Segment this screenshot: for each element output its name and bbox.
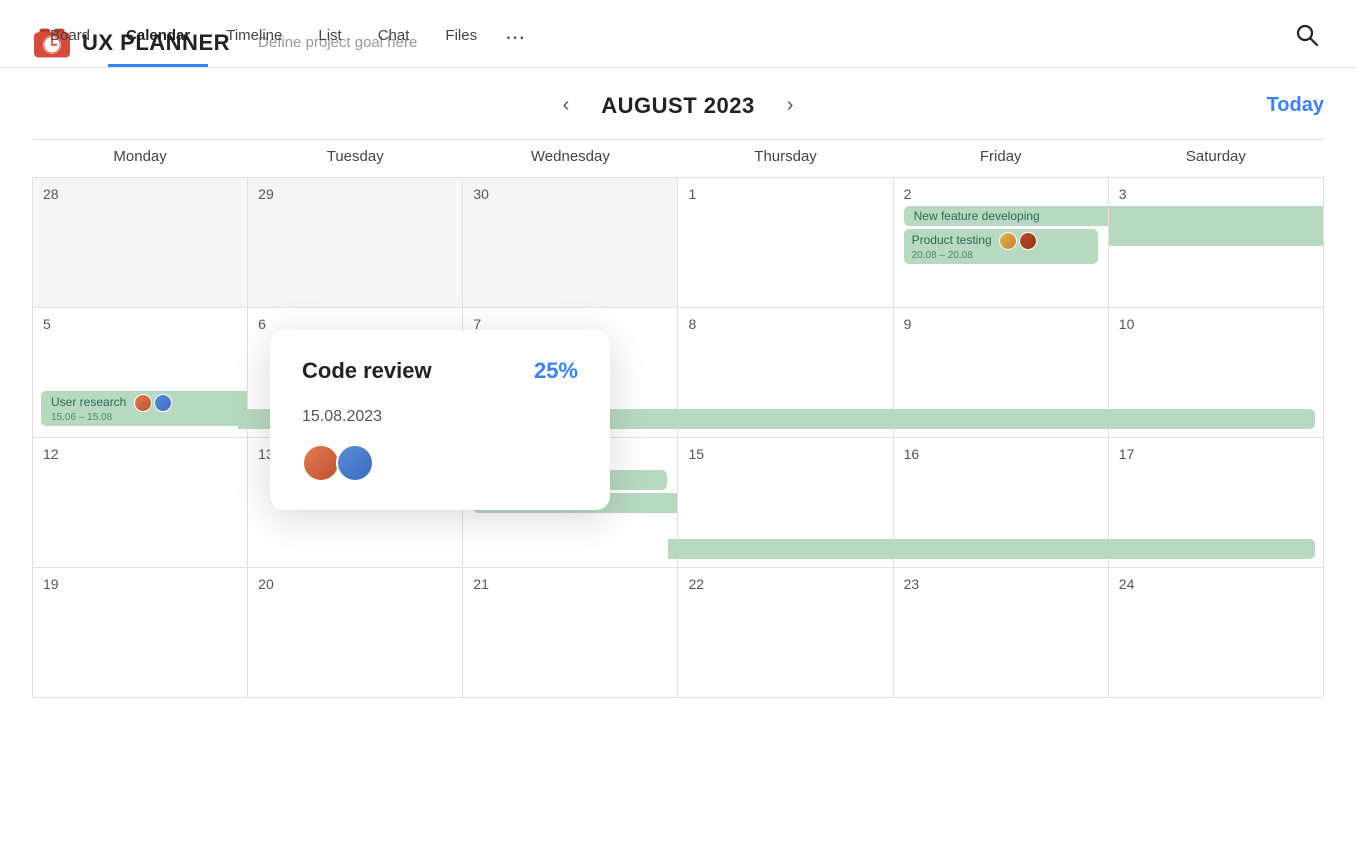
day-number: 9 [904,316,1098,332]
event-new-feature[interactable]: New feature developing [904,206,1108,226]
day-number: 29 [258,186,452,202]
cal-day-5[interactable]: 5 User research 15.06 – 15.08 [33,308,248,438]
cal-day-20[interactable]: 20 [248,568,463,698]
cal-day-19[interactable]: 19 [33,568,248,698]
day-number: 10 [1119,316,1313,332]
next-month-button[interactable]: › [779,90,802,121]
day-number: 16 [904,446,1098,462]
month-nav: ‹ AUGUST 2023 › Today [32,68,1324,139]
search-button[interactable] [1290,18,1324,55]
col-wednesday: Wednesday [463,140,678,178]
week-row-3: 12 13 14 Bug fixing API documentation [33,438,1324,568]
calendar-grid: Monday Tuesday Wednesday Thursday Friday… [32,139,1324,698]
cal-day-1[interactable]: 1 [678,178,893,308]
search-icon [1294,22,1320,48]
cal-day-2[interactable]: 2 New feature developing Product testing [893,178,1108,308]
cal-day-17[interactable]: 17 [1108,438,1323,568]
cal-day-3[interactable]: 3 [1108,178,1323,308]
day-number: 15 [688,446,882,462]
event-label: Product testing [912,233,1037,247]
tab-board[interactable]: Board [32,17,108,67]
tab-timeline[interactable]: Timeline [208,17,300,67]
popup-avatar-1 [302,444,340,482]
calendar-container: ‹ AUGUST 2023 › Today Monday Tuesday Wed… [0,68,1356,698]
event-product-testing[interactable]: Product testing 20.08 – 20.08 [904,229,1098,264]
cal-day-9[interactable]: 9 [893,308,1108,438]
app-header: UX PLANNER Define project goal here Boar… [0,0,1356,68]
cal-day-28[interactable]: 28 [33,178,248,308]
day-number: 24 [1119,576,1313,592]
week-row-1: 28 29 30 1 2 New feature developing [33,178,1324,308]
week-row-4: 19 20 21 22 23 24 [33,568,1324,698]
day-number: 23 [904,576,1098,592]
col-monday: Monday [33,140,248,178]
event-time: 20.08 – 20.08 [912,250,1090,261]
event-new-feature-cont [1109,206,1323,226]
day-number: 1 [688,186,882,202]
today-button[interactable]: Today [1267,94,1324,117]
week-row-2: 5 User research 15.06 – 15.08 [33,308,1324,438]
cal-day-16[interactable]: 16 [893,438,1108,568]
cal-day-12[interactable]: 12 [33,438,248,568]
col-saturday: Saturday [1108,140,1323,178]
popup-avatar-2 [336,444,374,482]
cal-day-10[interactable]: 10 [1108,308,1323,438]
cal-day-15[interactable]: 15 [678,438,893,568]
day-number: 28 [43,186,237,202]
col-tuesday: Tuesday [248,140,463,178]
tab-more[interactable]: ⋯ [495,17,535,67]
cal-day-8[interactable]: 8 [678,308,893,438]
day-number: 2 [904,186,1098,202]
day-number: 19 [43,576,237,592]
tab-list[interactable]: List [300,17,359,67]
nav-tabs: Board Calendar Timeline List Chat Files … [32,17,535,67]
event-user-research[interactable]: User research 15.06 – 15.08 [33,391,247,429]
day-number: 3 [1119,186,1313,202]
tab-files[interactable]: Files [427,17,495,67]
day-number: 20 [258,576,452,592]
day-number: 8 [688,316,882,332]
event-popup-card: Code review 25% 15.08.2023 [270,330,610,510]
popup-title: Code review [302,358,432,383]
day-number: 5 [43,316,237,332]
cal-day-22[interactable]: 22 [678,568,893,698]
day-number: 22 [688,576,882,592]
cal-day-24[interactable]: 24 [1108,568,1323,698]
day-number: 17 [1119,446,1313,462]
cal-day-23[interactable]: 23 [893,568,1108,698]
month-title: AUGUST 2023 [601,93,754,119]
cal-day-30[interactable]: 30 [463,178,678,308]
prev-month-button[interactable]: ‹ [555,90,578,121]
col-friday: Friday [893,140,1108,178]
event-product-testing-cont [1109,226,1323,246]
day-number: 30 [473,186,667,202]
popup-avatars [302,444,578,482]
today-indicator: 15 [688,446,704,462]
cal-day-21[interactable]: 21 [463,568,678,698]
popup-percent: 25% [534,358,578,384]
popup-date: 15.08.2023 [302,404,578,426]
col-thursday: Thursday [678,140,893,178]
tab-chat[interactable]: Chat [360,17,428,67]
event-label: New feature developing [914,209,1040,223]
day-number: 12 [43,446,237,462]
tab-calendar[interactable]: Calendar [108,17,208,67]
cal-day-29[interactable]: 29 [248,178,463,308]
event-time: 15.06 – 15.08 [51,412,237,423]
event-label: User research [51,395,172,409]
day-number: 21 [473,576,667,592]
